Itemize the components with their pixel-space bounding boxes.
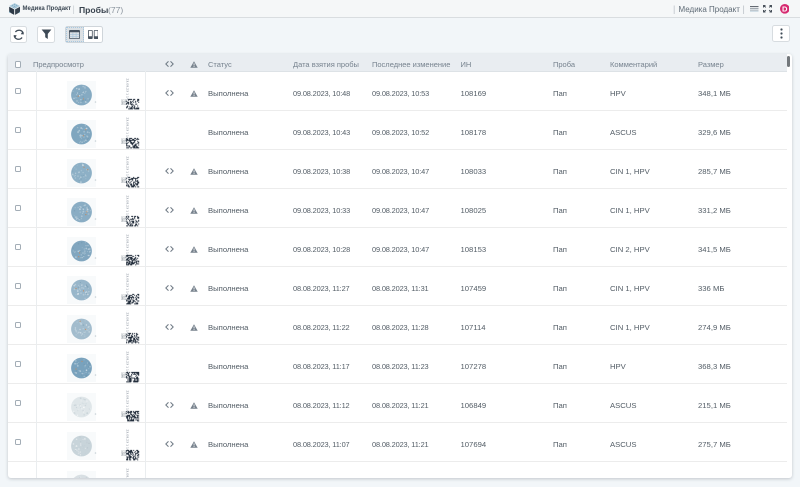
svg-text:23.08.23 1 14: 23.08.23 1 14 [125, 351, 129, 373]
svg-text:23.08.23 1 14: 23.08.23 1 14 [125, 273, 129, 295]
svg-text:23.08.23 1 14: 23.08.23 1 14 [125, 429, 129, 451]
svg-text:23.08.23 1 14: 23.08.23 1 14 [125, 156, 129, 178]
svg-text:0823: 0823 [123, 99, 127, 105]
svg-text:23.08.23 1 14: 23.08.23 1 14 [125, 117, 129, 139]
svg-text:23.08.23 1 14: 23.08.23 1 14 [125, 78, 129, 100]
svg-text:23.08.23 1 14: 23.08.23 1 14 [125, 390, 129, 412]
svg-text:D: D [782, 5, 788, 14]
svg-text:23.08.23 1 14: 23.08.23 1 14 [125, 195, 129, 217]
svg-text:23.08.23 1 14: 23.08.23 1 14 [125, 468, 129, 478]
svg-text:23.08.23 1 14: 23.08.23 1 14 [125, 312, 129, 334]
svg-text:23.08.23 1 14: 23.08.23 1 14 [125, 234, 129, 256]
